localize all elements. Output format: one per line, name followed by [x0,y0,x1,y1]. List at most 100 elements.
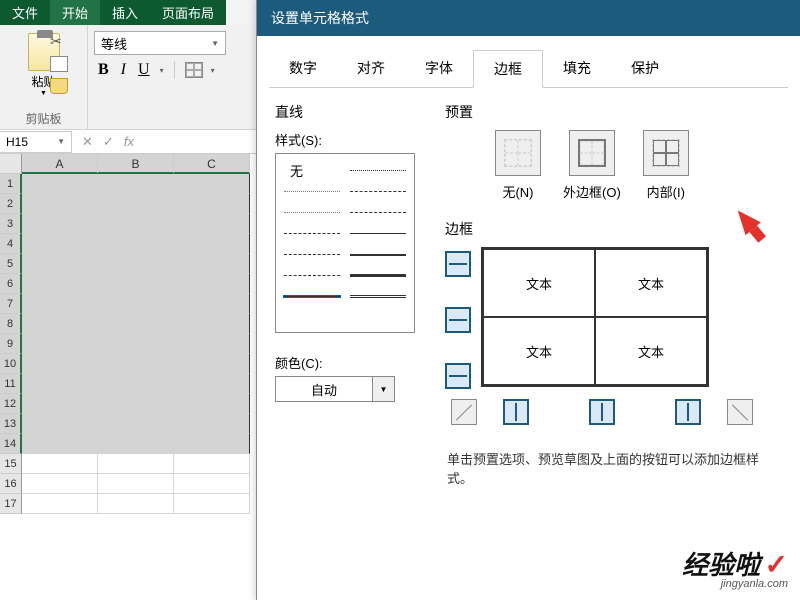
cell[interactable] [174,174,250,194]
font-name-dropdown[interactable]: 等线 ▼ [94,31,226,55]
col-header-b[interactable]: B [98,154,174,174]
border-hmiddle-button[interactable] [445,307,471,333]
copy-icon[interactable] [50,56,68,72]
cell[interactable] [22,214,98,234]
row-header[interactable]: 5 [0,254,22,274]
cell[interactable] [174,454,250,474]
row-header[interactable]: 12 [0,394,22,414]
color-dropdown[interactable]: 自动 ▼ [275,376,395,402]
border-vmiddle-button[interactable] [589,399,615,425]
cell[interactable] [98,254,174,274]
row-header[interactable]: 9 [0,334,22,354]
cell[interactable] [98,434,174,454]
row-header[interactable]: 10 [0,354,22,374]
cell[interactable] [22,414,98,434]
cell[interactable] [174,374,250,394]
row-header[interactable]: 16 [0,474,22,494]
row-header[interactable]: 14 [0,434,22,454]
row-header[interactable]: 8 [0,314,22,334]
cell[interactable] [98,214,174,234]
cell[interactable] [22,334,98,354]
line-style-option[interactable] [350,254,406,256]
border-preview[interactable]: 文本 文本 文本 文本 [481,247,709,387]
line-style-option[interactable] [350,212,406,213]
tab-insert[interactable]: 插入 [100,0,150,25]
line-style-option[interactable] [284,275,340,276]
cell[interactable] [22,394,98,414]
preset-none-button[interactable] [495,130,541,176]
row-header[interactable]: 1 [0,174,22,194]
border-diag-up-button[interactable] [727,399,753,425]
italic-button[interactable]: I [119,61,128,79]
line-style-option[interactable] [350,191,406,192]
line-style-option[interactable] [350,274,406,277]
tab-home[interactable]: 开始 [50,0,100,25]
cell[interactable] [98,314,174,334]
tab-align[interactable]: 对齐 [337,50,405,87]
cell[interactable] [174,294,250,314]
name-box[interactable]: H15 ▼ [0,131,72,153]
row-header[interactable]: 7 [0,294,22,314]
cell[interactable] [174,214,250,234]
row-header[interactable]: 13 [0,414,22,434]
cell[interactable] [22,354,98,374]
format-painter-icon[interactable] [50,78,68,94]
cell[interactable] [98,274,174,294]
cell[interactable] [98,294,174,314]
cell[interactable] [22,474,98,494]
cell[interactable] [98,494,174,514]
cell[interactable] [22,174,98,194]
row-header[interactable]: 6 [0,274,22,294]
line-style-option[interactable] [350,233,406,234]
cell[interactable] [22,274,98,294]
line-style-list[interactable]: 无 [275,153,415,333]
cell[interactable] [174,494,250,514]
cell[interactable] [22,454,98,474]
paste-button[interactable]: 粘贴 ▼ [4,29,83,97]
col-header-c[interactable]: C [174,154,250,174]
chevron-down-icon[interactable]: ▾ [160,66,164,75]
line-style-option[interactable] [284,212,340,213]
cell[interactable] [174,234,250,254]
row-header[interactable]: 3 [0,214,22,234]
tab-layout[interactable]: 页面布局 [150,0,226,25]
cell[interactable] [174,414,250,434]
line-style-option[interactable] [350,170,406,171]
cell[interactable] [22,294,98,314]
line-style-option[interactable] [284,191,340,192]
cell[interactable] [174,194,250,214]
cell[interactable] [98,374,174,394]
cell[interactable] [22,234,98,254]
chevron-down-icon[interactable]: ▾ [211,66,215,75]
row-header[interactable]: 4 [0,234,22,254]
tab-file[interactable]: 文件 [0,0,50,25]
row-header[interactable]: 15 [0,454,22,474]
fx-icon[interactable]: fx [124,134,134,150]
cell[interactable] [98,454,174,474]
line-style-option[interactable] [284,254,340,255]
border-diag-down-button[interactable] [451,399,477,425]
cell[interactable] [174,474,250,494]
cell[interactable] [174,314,250,334]
cell[interactable] [22,494,98,514]
paste-dropdown-arrow[interactable]: ▼ [40,90,47,97]
cell[interactable] [174,434,250,454]
row-header[interactable]: 17 [0,494,22,514]
cell[interactable] [174,254,250,274]
cell[interactable] [98,334,174,354]
underline-button[interactable]: U [136,61,152,79]
border-left-button[interactable] [503,399,529,425]
border-top-button[interactable] [445,251,471,277]
line-style-option[interactable] [350,295,406,298]
col-header-a[interactable]: A [22,154,98,174]
tab-protect[interactable]: 保护 [611,50,679,87]
confirm-icon[interactable]: ✓ [103,134,114,150]
cell[interactable] [98,474,174,494]
cell[interactable] [174,354,250,374]
cell[interactable] [174,394,250,414]
cell[interactable] [98,194,174,214]
line-style-option[interactable] [284,233,340,234]
cell[interactable] [22,434,98,454]
line-style-none[interactable]: 无 [284,161,303,180]
select-all-corner[interactable] [0,154,22,174]
